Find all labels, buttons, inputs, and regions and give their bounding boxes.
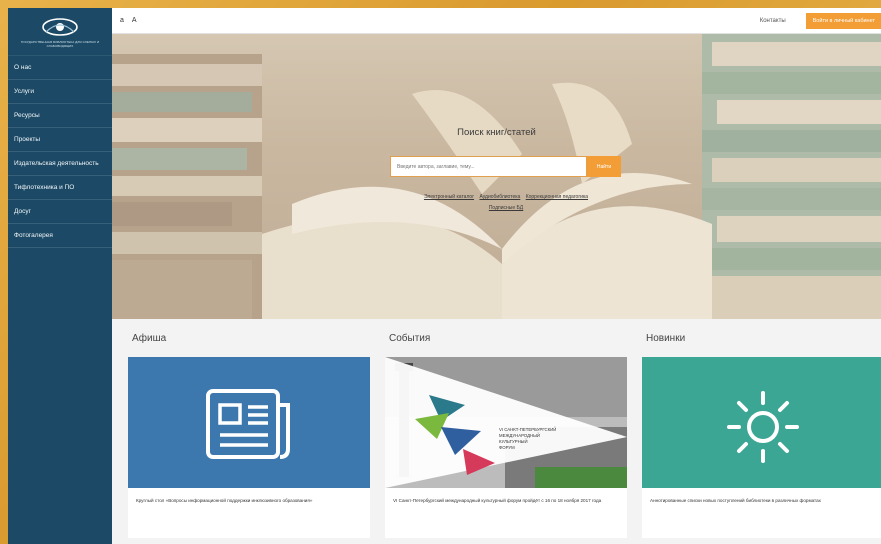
search-quick-links: Электронный каталог Аудиобиблиотека Корр… [388, 192, 624, 214]
top-right-group: Контакты Войти в личный кабинет [760, 12, 881, 29]
library-logo[interactable]: ГОСУДАРСТВЕННАЯ БИБЛИОТЕКА ДЛЯ СЛЕПЫХ И … [8, 8, 112, 56]
sidebar-item-resources[interactable]: Ресурсы [8, 104, 112, 128]
link-correctional-pedagogy[interactable]: Коррекционная педагогика [526, 194, 588, 200]
newspaper-icon [206, 389, 290, 459]
section-title-novelties: Новинки [646, 333, 686, 344]
sidebar: ГОСУДАРСТВЕННАЯ БИБЛИОТЕКА ДЛЯ СЛЕПЫХ И … [8, 8, 112, 544]
events-card-text[interactable]: VI Санкт-Петербургский международный кул… [385, 488, 627, 538]
sidebar-item-services[interactable]: Услуги [8, 80, 112, 104]
section-events: События VI САНКТ-ПЕТЕРБУРГСКИЙ МЕЖДУНАРО… [385, 319, 627, 544]
top-bar: a A Контакты Войти в личный кабинет [112, 8, 881, 34]
search-input[interactable] [390, 156, 587, 177]
font-size-toggle: a A [120, 17, 137, 24]
afisha-card-text[interactable]: Круглый стол «Вопросы информационной под… [128, 488, 370, 538]
forum-poster-image: VI САНКТ-ПЕТЕРБУРГСКИЙ МЕЖДУНАРОДНЫЙ КУЛ… [385, 357, 627, 488]
events-card-image[interactable]: VI САНКТ-ПЕТЕРБУРГСКИЙ МЕЖДУНАРОДНЫЙ КУЛ… [385, 357, 627, 488]
section-title-afisha: Афиша [132, 333, 167, 344]
logo-text: ГОСУДАРСТВЕННАЯ БИБЛИОТЕКА ДЛЯ СЛЕПЫХ И … [20, 39, 100, 48]
search-title: Поиск книг/статей [457, 127, 536, 138]
afisha-card-image[interactable] [128, 357, 370, 488]
search-button[interactable]: Найти [587, 156, 621, 177]
sidebar-item-gallery[interactable]: Фотогалерея [8, 224, 112, 248]
contacts-link[interactable]: Контакты [760, 18, 786, 24]
section-novelties: Новинки Аннотированные списки новых пост… [642, 319, 881, 544]
sidebar-item-projects[interactable]: Проекты [8, 128, 112, 152]
sidebar-item-typhlotech[interactable]: Тифлотехника и ПО [8, 176, 112, 200]
search-form: Найти [390, 156, 621, 177]
sidebar-nav: О нас Услуги Ресурсы Проекты Издательска… [8, 56, 112, 248]
novelties-card-image[interactable] [642, 357, 881, 488]
page-frame: ГОСУДАРСТВЕННАЯ БИБЛИОТЕКА ДЛЯ СЛЕПЫХ И … [8, 8, 881, 544]
section-title-events: События [389, 333, 431, 344]
font-large-button[interactable]: A [132, 17, 137, 24]
link-e-catalog[interactable]: Электронный каталог [424, 194, 474, 200]
cabinet-login-button[interactable]: Войти в личный кабинет [805, 12, 881, 29]
section-afisha: Афиша Круглый стол «Вопросы информационн… [128, 319, 370, 544]
hero-search-banner: Поиск книг/статей Найти Электронный ката… [112, 34, 881, 319]
sun-bulb-icon [727, 391, 799, 463]
novelties-card-text[interactable]: Аннотированные списки новых поступлений … [642, 488, 881, 538]
sidebar-item-publishing[interactable]: Издательская деятельность [8, 152, 112, 176]
eye-logo-icon [42, 17, 78, 36]
link-audiolibrary[interactable]: Аудиобиблиотека [479, 194, 520, 200]
font-small-button[interactable]: a [120, 17, 124, 24]
sidebar-item-leisure[interactable]: Досуг [8, 200, 112, 224]
sidebar-item-about[interactable]: О нас [8, 56, 112, 80]
link-subscription-db[interactable]: Подписные БД [489, 205, 523, 211]
